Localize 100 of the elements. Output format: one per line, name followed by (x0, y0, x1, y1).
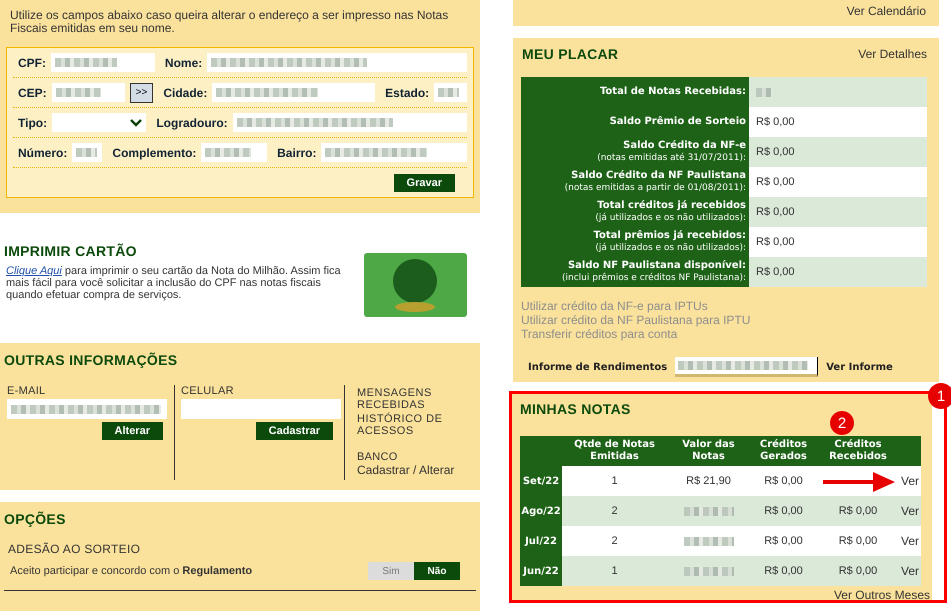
field-label: CEP: (18, 86, 47, 100)
lookup-button[interactable]: >> (130, 82, 154, 102)
blurred-value (684, 536, 734, 546)
field-label: E-MAIL (7, 385, 46, 397)
table-cell: R$ 0,00 (750, 496, 817, 526)
blurred-value (205, 148, 252, 157)
details-link[interactable]: Ver Detalhes (858, 47, 927, 61)
label-text: Saldo NF Paulistana disponível: (568, 260, 746, 272)
bank-link[interactable]: Cadastrar / Alterar (357, 463, 454, 477)
blurred-value (684, 566, 734, 576)
input-field[interactable] (434, 83, 467, 102)
label-text: Saldo Prêmio de Sorteio (610, 116, 746, 128)
label-text: Saldo Crédito da NF Paulistana (571, 170, 746, 182)
card-description: Clique Aqui para imprimir o seu cartão da Nota do Milhão. Assim fica mais fácil para você solicitar a inclusão do CPF nas notas fiscais quando efetuar compra de serviços. (6, 265, 342, 301)
intro-text: Utilize os campos abaixo caso queira alterar o endereço a ser impresso nas Notas Fiscais emitidas em seu nome. (10, 9, 450, 35)
header-cell (899, 436, 921, 466)
input-field[interactable] (232, 113, 467, 132)
field-label: Complemento: (112, 146, 196, 160)
toggle-option[interactable]: Não (414, 562, 460, 580)
print-link[interactable]: Clique Aqui (6, 265, 62, 277)
field-label: Tipo: (18, 116, 48, 130)
blurred-value (684, 506, 734, 516)
month-cell: Set/22 (520, 466, 562, 496)
blurred-value (438, 88, 459, 97)
month-cell: Jun/22 (520, 556, 562, 586)
calendar-link[interactable]: Ver Calendário (846, 4, 926, 18)
menu-link[interactable]: HISTÓRICO DE ACESSOS (357, 413, 447, 437)
label-note: (já utilizados e os não utilizados): (595, 212, 746, 224)
section-title: MINHAS NOTAS (520, 401, 632, 417)
blurred-value (76, 148, 97, 157)
column-header: Créditos Gerados (750, 436, 817, 466)
bank-label: BANCO (357, 451, 398, 463)
subsection-title: ADESÃO AO SORTEIO (8, 542, 142, 556)
label-note: (notas emitidas a partir de 01/08/2011): (564, 182, 746, 194)
field-label: Número: (18, 146, 68, 160)
report-link[interactable]: Ver Informe (826, 362, 893, 372)
value-cell: R$ 0,00 (749, 167, 927, 197)
view-link[interactable]: Ver (900, 474, 919, 488)
value-cell: R$ 0,00 (749, 107, 927, 137)
label-text: Total de Notas Recebidas: (600, 86, 746, 98)
section-title: IMPRIMIR CARTÃO (4, 243, 138, 259)
callout-badge: 1 (928, 383, 951, 409)
email-field[interactable] (7, 399, 167, 419)
blurred-value (56, 88, 102, 97)
section-title: OUTRAS INFORMAÇÕES (4, 352, 178, 368)
input-field[interactable] (201, 143, 268, 162)
blurred-value (756, 88, 772, 96)
field-label: Cidade: (163, 86, 208, 100)
label-note: (inclui prêmios e créditos NF Paulistana): (562, 272, 746, 284)
change-button[interactable]: Alterar (102, 422, 163, 440)
table-cell: R$ 0,00 (750, 526, 817, 556)
consent-text: Aceito participar e concordo com o Regulamento (10, 565, 252, 577)
table-cell: R$ 0,00 (817, 556, 899, 586)
blurred-value (55, 58, 118, 67)
view-link[interactable]: Ver (900, 534, 919, 548)
field-label: CPF: (18, 56, 46, 70)
input-field[interactable] (207, 53, 467, 72)
chevron-icon (130, 118, 142, 126)
register-button[interactable]: Cadastrar (256, 422, 333, 440)
view-link[interactable]: Ver (900, 504, 919, 518)
label-text: Total prêmios já recebidos: (594, 230, 746, 242)
field-label: CELULAR (181, 385, 234, 397)
table-cell: 1 (562, 466, 667, 496)
input-field[interactable] (51, 53, 155, 72)
field-label: Nome: (164, 56, 202, 70)
report-label: Informe de Rendimentos (528, 362, 668, 372)
input-field[interactable] (212, 83, 376, 102)
column-header: Qtde de Notas Emitidas (562, 436, 667, 466)
field-label: Bairro: (277, 146, 316, 160)
table-cell: R$ 0,00 (817, 526, 899, 556)
view-link[interactable]: Ver (900, 564, 919, 578)
section-title: OPÇÕES (4, 511, 67, 527)
value-cell: R$ 0,00 (749, 227, 927, 257)
input-field[interactable] (52, 83, 125, 102)
table-cell: R$ 21,90 (667, 466, 750, 496)
phone-field[interactable] (181, 399, 341, 419)
table-cell: 2 (562, 496, 667, 526)
table-cell: R$ 0,00 (750, 466, 817, 496)
input-field[interactable] (72, 143, 102, 162)
input-field[interactable] (321, 143, 467, 162)
column-header: Créditos Recebidos (817, 436, 899, 466)
select-field[interactable] (52, 113, 146, 132)
menu-link[interactable]: MENSAGENS RECEBIDAS (357, 387, 447, 411)
more-months-link[interactable]: Ver Outros Meses (834, 588, 930, 602)
column-header: Valor das Notas (667, 436, 750, 466)
field-label: Logradouro: (156, 116, 228, 130)
year-select[interactable] (675, 357, 818, 377)
label-text: Total créditos já recebidos (597, 200, 746, 212)
save-button[interactable]: Gravar (394, 174, 455, 192)
label-text: Saldo Crédito da NF-e (623, 140, 746, 152)
table-cell: R$ 0,00 (750, 556, 817, 586)
value-cell: R$ 0,00 (749, 197, 927, 227)
month-cell: Ago/22 (520, 496, 562, 526)
table-cell: R$ 0,00 (817, 496, 899, 526)
table-cell: 1 (562, 556, 667, 586)
month-cell: Jul/22 (520, 526, 562, 556)
value-cell: R$ 0,00 (749, 137, 927, 167)
label-note: (já utilizados e os não utilizados): (595, 242, 746, 254)
value-cell: R$ 0,00 (749, 257, 927, 287)
section-title: MEU PLACAR (522, 46, 618, 62)
